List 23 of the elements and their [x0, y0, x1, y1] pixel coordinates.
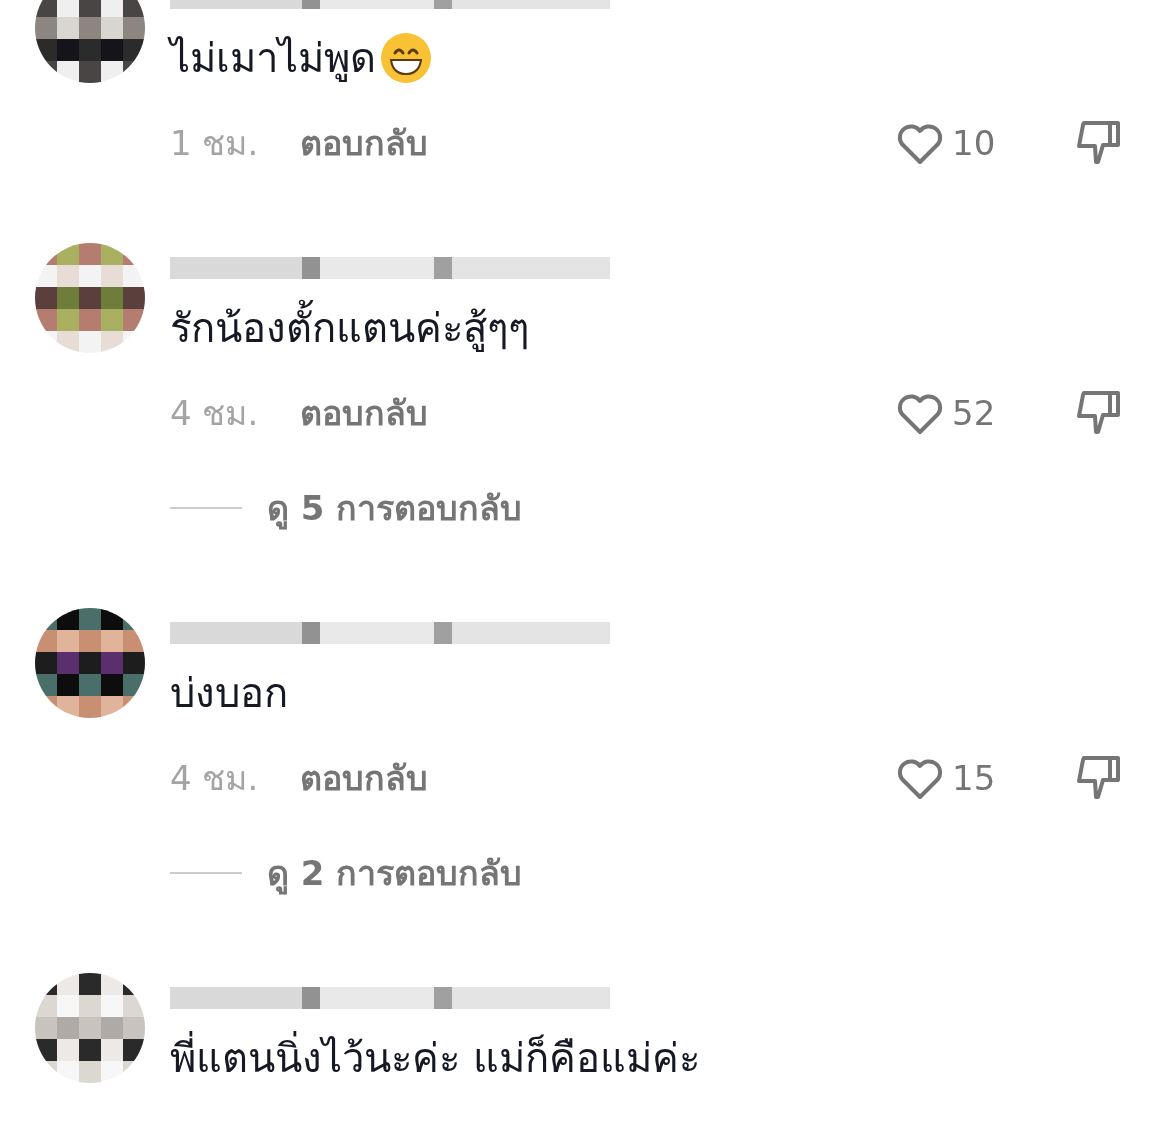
timestamp: 4 ชม. [170, 392, 260, 435]
view-replies-link[interactable]: ดู 5 การตอบกลับ [267, 481, 523, 535]
like-button[interactable]: 15 [896, 756, 1021, 800]
dislike-button[interactable] [1076, 755, 1122, 801]
view-replies-link[interactable]: ดู 2 การตอบกลับ [267, 846, 523, 900]
dislike-button[interactable] [1076, 120, 1122, 166]
comment-text: รักน้องตั้กแตนค่ะสู้ๆๆ [170, 296, 529, 360]
heart-icon [896, 756, 944, 800]
thumbs-down-icon [1076, 120, 1122, 166]
heart-icon [896, 121, 944, 165]
thumbs-down-icon [1076, 755, 1122, 801]
timestamp: 4 ชม. [170, 757, 260, 800]
like-button[interactable]: 52 [896, 391, 1021, 435]
comment-text: บ่งบอก [170, 669, 288, 718]
dislike-button[interactable] [1076, 390, 1122, 436]
thumbs-down-icon [1076, 390, 1122, 436]
reply-button[interactable]: ตอบกลับ [300, 116, 428, 170]
timestamp: 1 ชม. [170, 122, 260, 165]
comment-text: พี่แตนนิ่งไว้นะค่ะ แม่ก็คือแม่ค่ะ [170, 1026, 700, 1090]
like-button[interactable]: 10 [896, 121, 1021, 165]
heart-icon [896, 391, 944, 435]
reply-button[interactable]: ตอบกลับ [300, 386, 428, 440]
reply-button[interactable]: ตอบกลับ [300, 751, 428, 805]
